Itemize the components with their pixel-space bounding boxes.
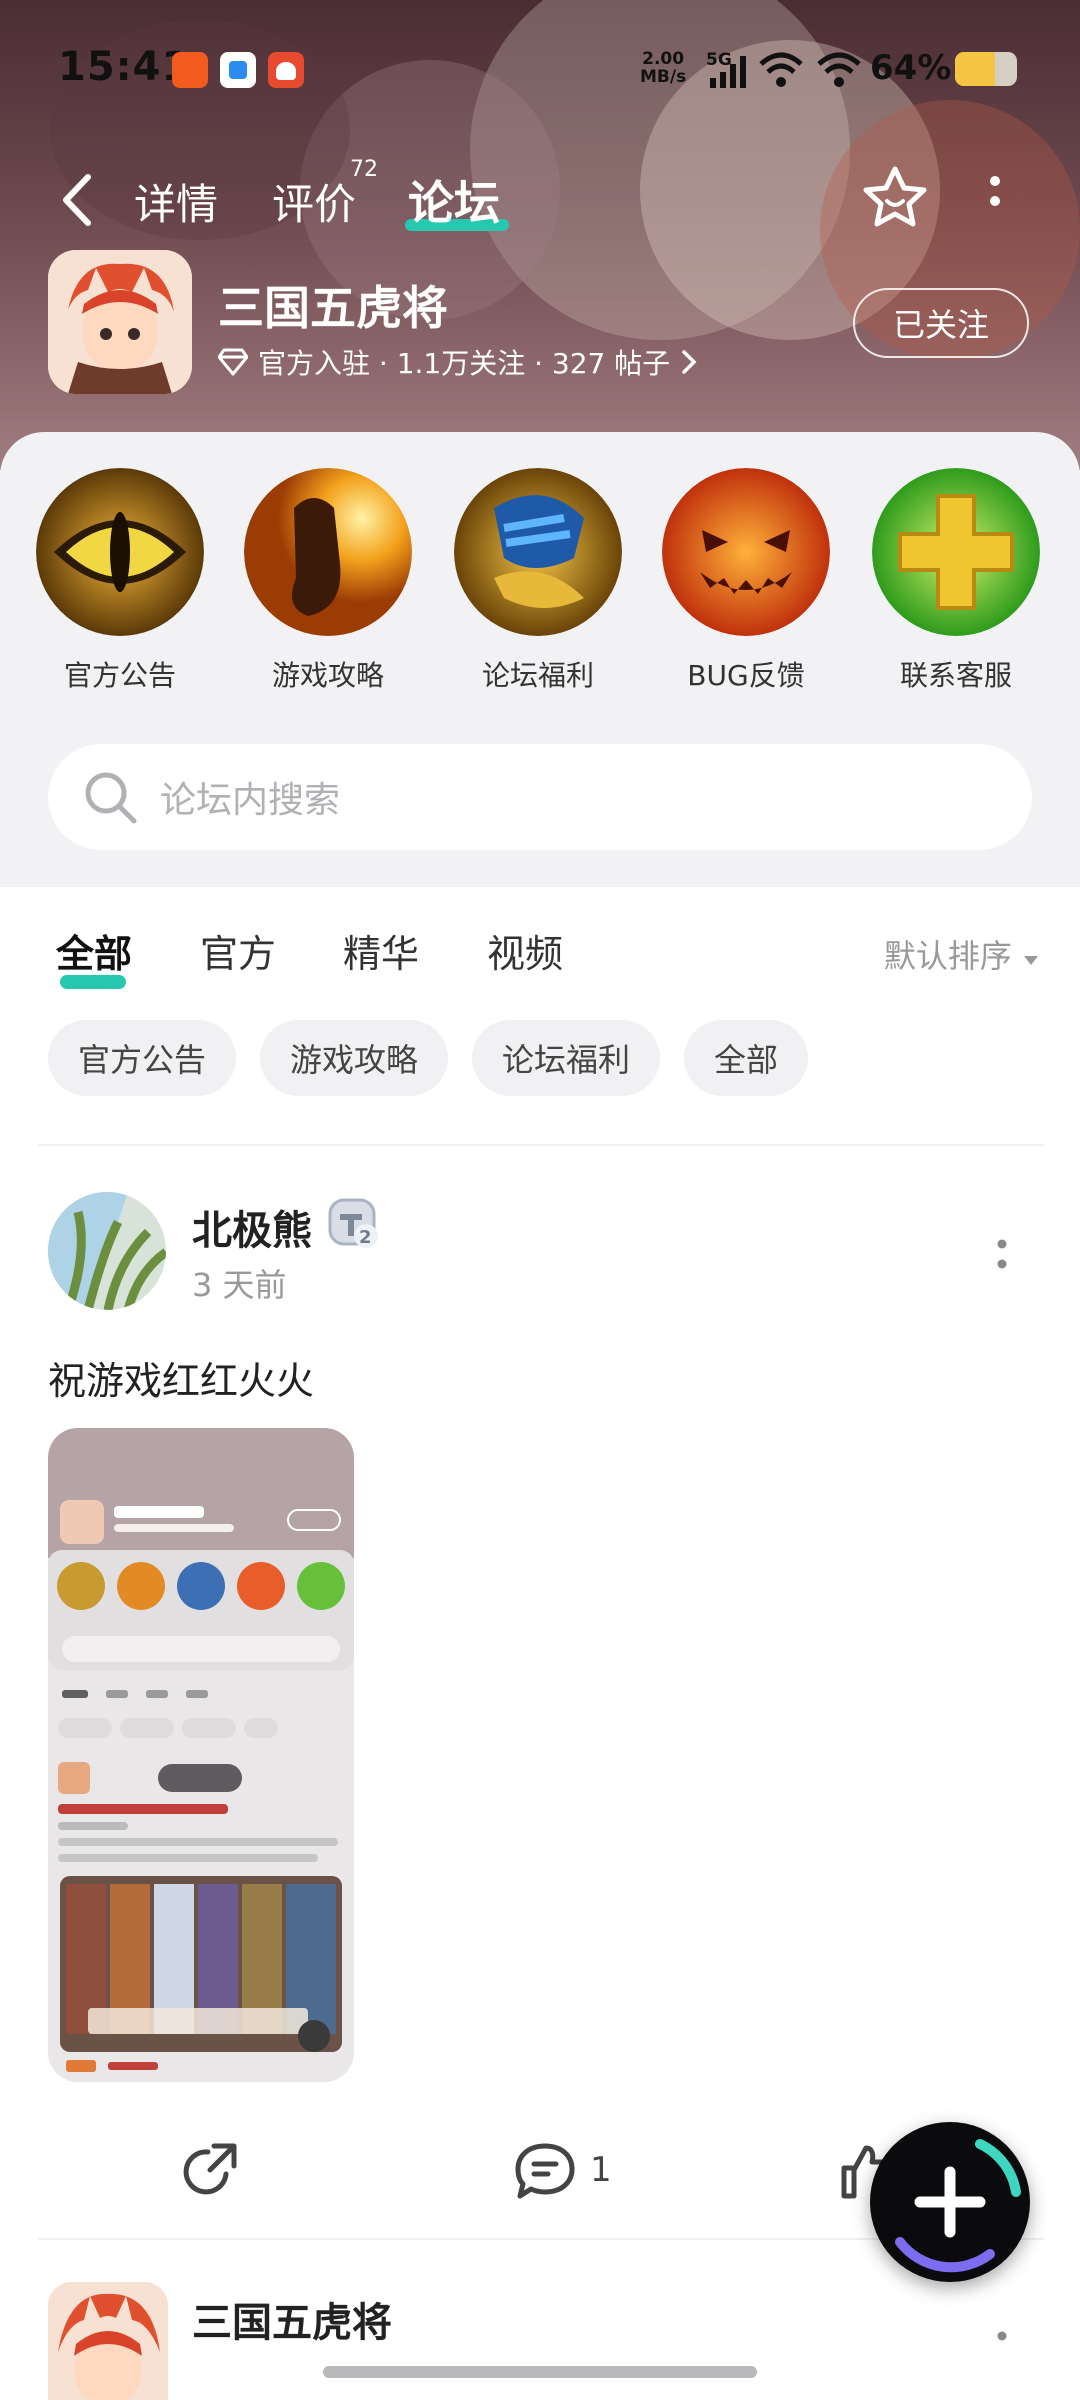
category-label: 论坛福利 <box>481 659 594 692</box>
chevron-right-icon[interactable] <box>680 348 698 376</box>
status-bar: 15:41 2.00 MB/s 5G 64% <box>0 0 1080 140</box>
taobao-app-icon <box>172 52 208 88</box>
chip-game-guide[interactable]: 游戏攻略 <box>260 1020 449 1096</box>
chip-forum-welfare[interactable]: 论坛福利 <box>472 1020 661 1096</box>
wifi-icon-2 <box>817 52 861 87</box>
comment-count: 1 <box>590 2150 612 2190</box>
post-card[interactable]: 三国五虎将 <box>0 2270 1080 2400</box>
category-bug-feedback[interactable]: BUG反馈 <box>656 468 836 694</box>
post-content: 祝游戏红红火火 <box>48 1359 315 1403</box>
app-notification-icon <box>220 52 256 88</box>
divider <box>38 1144 1044 1146</box>
cell-signal-icon <box>710 56 746 88</box>
review-count-badge: 72 <box>350 157 378 182</box>
plus-icon <box>872 468 1040 636</box>
status-time: 15:41 <box>58 44 191 90</box>
category-label: BUG反馈 <box>687 659 805 692</box>
sort-label: 默认排序 <box>883 937 1012 975</box>
post-card[interactable]: 北极熊 2 3 天前 祝游戏红红火火 1 <box>0 1180 1080 2240</box>
top-nav: 详情 评价 72 论坛 <box>0 155 1080 235</box>
avatar[interactable] <box>48 2282 168 2400</box>
tab-reviews[interactable]: 评价 <box>272 171 356 232</box>
user-level-icon <box>328 1198 378 1248</box>
filter-tabs: 全部 官方 精华 视频 默认排序 <box>0 905 1080 995</box>
filter-tab-featured[interactable]: 精华 <box>343 923 419 978</box>
category-game-guide[interactable]: 游戏攻略 <box>238 468 418 694</box>
wifi-icon <box>759 52 803 87</box>
forum-search-box[interactable]: 论坛内搜索 <box>48 744 1032 850</box>
sort-dropdown[interactable]: 默认排序 <box>884 931 1040 977</box>
game-icon[interactable] <box>48 250 192 394</box>
alarm-app-icon <box>268 52 304 88</box>
post-author[interactable]: 三国五虎将 <box>192 2290 392 2348</box>
home-indicator[interactable] <box>323 2366 757 2378</box>
post-image-screenshot[interactable] <box>48 1428 354 2082</box>
battery-icon <box>955 52 1017 86</box>
eye-icon <box>36 468 204 636</box>
caret-down-icon <box>1024 956 1038 965</box>
search-input[interactable]: 论坛内搜索 <box>160 771 340 823</box>
post-more-icon[interactable] <box>990 1236 1014 1276</box>
user-level-number: 2 <box>359 1227 372 1248</box>
category-forum-welfare[interactable]: 论坛福利 <box>448 468 628 694</box>
pumpkin-icon <box>662 468 830 636</box>
category-label: 联系客服 <box>899 659 1012 692</box>
network-speed-unit: MB/s <box>640 67 687 87</box>
tab-forum[interactable]: 论坛 <box>408 167 500 233</box>
search-icon <box>85 772 137 824</box>
game-meta: 官方入驻 · 1.1万关注 · 327 帖子 <box>218 342 698 382</box>
follow-button[interactable]: 已关注 <box>853 288 1029 358</box>
battery-percent: 64% <box>870 48 952 88</box>
comment-icon[interactable] <box>514 2142 576 2200</box>
game-info: 三国五虎将 官方入驻 · 1.1万关注 · 327 帖子 已关注 <box>48 250 1038 400</box>
category-label: 游戏攻略 <box>271 659 384 692</box>
gift-icon <box>454 468 622 636</box>
network-speed: 2.00 MB/s <box>640 50 686 86</box>
diamond-verified-icon <box>218 348 248 376</box>
category-label: 官方公告 <box>63 659 176 692</box>
favorite-star-icon[interactable] <box>860 163 930 233</box>
category-customer-service[interactable]: 联系客服 <box>866 468 1046 694</box>
chip-all[interactable]: 全部 <box>684 1020 809 1096</box>
filter-tab-video[interactable]: 视频 <box>487 923 563 978</box>
post-time: 3 天前 <box>192 1266 287 1304</box>
filter-tab-all[interactable]: 全部 <box>56 923 132 978</box>
filter-tab-official[interactable]: 官方 <box>200 923 276 978</box>
chip-official-notice[interactable]: 官方公告 <box>48 1020 237 1096</box>
post-author[interactable]: 北极熊 <box>192 1198 312 1256</box>
category-official-notice[interactable]: 官方公告 <box>30 468 210 694</box>
new-post-button[interactable] <box>870 2122 1030 2282</box>
game-meta-text[interactable]: 官方入驻 · 1.1万关注 · 327 帖子 <box>258 342 670 382</box>
subcategory-chips: 官方公告 游戏攻略 论坛福利 全部 <box>48 1020 809 1096</box>
strategy-icon <box>244 468 412 636</box>
more-options-icon[interactable] <box>980 171 1010 221</box>
forum-panel: 官方公告 游戏攻略 论坛福利 BUG反馈 联系客服 论坛内搜索 <box>0 432 1080 887</box>
game-name: 三国五虎将 <box>218 281 448 335</box>
share-icon[interactable] <box>180 2140 242 2202</box>
back-arrow-icon[interactable] <box>58 173 94 227</box>
tab-details[interactable]: 详情 <box>134 171 218 232</box>
avatar[interactable] <box>48 1192 166 1310</box>
category-row: 官方公告 游戏攻略 论坛福利 BUG反馈 联系客服 <box>30 468 1060 708</box>
post-more-icon[interactable] <box>994 2328 1010 2344</box>
network-speed-value: 2.00 <box>642 49 685 69</box>
